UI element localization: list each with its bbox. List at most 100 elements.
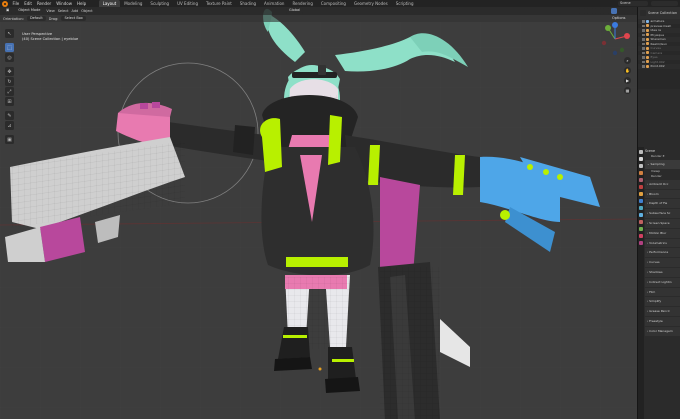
particles-tab-icon[interactable]	[639, 206, 643, 210]
tool-tab-icon[interactable]	[639, 150, 643, 154]
properties-panel-header[interactable]: › Depth of Fie	[645, 199, 680, 209]
overlay-icon[interactable]	[579, 8, 585, 14]
tab-geometry-nodes[interactable]: Geometry Nodes	[350, 0, 392, 7]
navigation-gizmo[interactable]	[598, 22, 632, 56]
outliner[interactable]: Scene Collection armature preview.mesh Ide…	[638, 7, 680, 89]
properties-panel-header[interactable]: › Subsurface Sc	[645, 209, 680, 218]
properties-panel-header[interactable]: › Motion Blur	[645, 228, 680, 238]
tab-animation[interactable]: Animation	[260, 0, 288, 7]
wireframe-shading-icon[interactable]	[603, 8, 609, 14]
select-box-icon[interactable]: ⬚	[5, 43, 14, 52]
constraints-tab-icon[interactable]	[639, 220, 643, 224]
blender-logo-icon[interactable]	[2, 0, 8, 7]
grid-perspective-icon[interactable]: ▦	[624, 87, 631, 94]
measure-icon[interactable]: ⊿	[5, 121, 14, 130]
properties-panel-header[interactable]: › Film	[645, 287, 680, 297]
properties-panel-header[interactable]: › Performance	[645, 248, 680, 258]
camera-view-icon[interactable]: ▶	[624, 77, 631, 84]
rendered-shading-icon[interactable]	[627, 8, 633, 14]
render-tab-icon[interactable]	[639, 157, 643, 161]
modifier-tab-icon[interactable]	[639, 199, 643, 203]
menu-edit[interactable]: Edit	[22, 1, 35, 6]
visibility-checkbox[interactable]	[642, 29, 645, 32]
editor-type-button[interactable]: ▣	[3, 8, 13, 14]
tab-compositing[interactable]: Compositing	[317, 0, 350, 7]
orientation-dropdown[interactable]: Default	[26, 15, 46, 22]
tab-uv-editing[interactable]: UV Editing	[173, 0, 202, 7]
menu-add[interactable]: Add	[72, 9, 79, 13]
menu-object[interactable]: Object	[81, 9, 92, 13]
texture-tab-icon[interactable]	[639, 241, 643, 245]
menu-view[interactable]: View	[46, 9, 54, 13]
scale-icon[interactable]: ⤢	[5, 87, 14, 96]
menu-window[interactable]: Window	[54, 1, 75, 6]
solid-shading-icon[interactable]	[611, 8, 617, 14]
visibility-checkbox[interactable]	[642, 56, 645, 59]
visibility-checkbox[interactable]	[642, 60, 645, 63]
visibility-checkbox[interactable]	[642, 42, 645, 45]
properties-panel-header[interactable]: › Shadows	[645, 267, 680, 277]
visibility-checkbox[interactable]	[642, 38, 645, 41]
properties-panel-header[interactable]: › Bloom	[645, 189, 680, 199]
properties-panel-header[interactable]: › Curves	[645, 258, 680, 267]
mode-dropdown[interactable]: Object Mode	[15, 8, 44, 14]
visibility-checkbox[interactable]	[642, 47, 645, 50]
gizmo-toggle-icon[interactable]	[587, 8, 593, 14]
render-engine-field[interactable]: Render E	[645, 154, 680, 159]
properties-panel-header[interactable]: › Grease Pencil	[645, 307, 680, 316]
view-layer-selector[interactable]	[651, 1, 678, 6]
tab-scripting[interactable]: Scripting	[392, 0, 418, 7]
properties-panel-header[interactable]: › Simplify	[645, 297, 680, 307]
data-tab-icon[interactable]	[639, 227, 643, 231]
menu-select[interactable]: Select	[58, 9, 69, 13]
menu-render[interactable]: Render	[34, 1, 53, 6]
move-icon[interactable]: ✥	[5, 67, 14, 76]
tab-rendering[interactable]: Rendering	[288, 0, 316, 7]
pan-hand-icon[interactable]: ✋	[624, 67, 631, 74]
view-layer-tab-icon[interactable]	[639, 171, 643, 175]
output-tab-icon[interactable]	[639, 164, 643, 168]
properties-panel-header[interactable]: › Volumetrics	[645, 238, 680, 248]
properties-panel-header[interactable]: › Color Managem	[645, 326, 680, 336]
world-tab-icon[interactable]	[639, 185, 643, 189]
add-cube-icon[interactable]: ▣	[5, 135, 14, 144]
object-tab-icon[interactable]	[639, 192, 643, 196]
material-shading-icon[interactable]	[619, 8, 625, 14]
visibility-checkbox[interactable]	[642, 24, 645, 27]
physics-tab-icon[interactable]	[639, 213, 643, 217]
zoom-icon[interactable]: ⌕	[624, 57, 631, 64]
3d-viewport[interactable]: ▣ Object Mode View Select Add Object Glo…	[0, 7, 637, 419]
scene-tab-icon[interactable]	[639, 178, 643, 182]
tab-shading[interactable]: Shading	[236, 0, 260, 7]
material-tab-icon[interactable]	[639, 234, 643, 238]
properties-editor[interactable]: Scene Render E ⌄ Sampling Viewp Render ›…	[638, 147, 680, 419]
properties-panel-header[interactable]: › Freestyle	[645, 316, 680, 326]
visibility-checkbox[interactable]	[642, 33, 645, 36]
properties-panel-header[interactable]: › Screen Space	[645, 218, 680, 228]
properties-panel-header[interactable]: › Ambient Occ	[645, 179, 680, 189]
outliner-editor-icon[interactable]	[640, 10, 646, 16]
transform-orientation-dropdown[interactable]: Global	[286, 8, 304, 14]
scene-selector[interactable]: Scene	[618, 1, 648, 6]
rotate-icon[interactable]: ↻	[5, 77, 14, 86]
properties-panel-header[interactable]: › Indirect Lightin	[645, 277, 680, 287]
cursor-3d-icon[interactable]: ◎	[5, 53, 14, 62]
visibility-checkbox[interactable]	[642, 51, 645, 54]
tab-modeling[interactable]: Modeling	[120, 0, 146, 7]
outliner-row[interactable]: Point.002	[638, 64, 680, 69]
tab-sculpting[interactable]: Sculpting	[146, 0, 173, 7]
options-dropdown[interactable]: Options	[612, 16, 626, 20]
menu-help[interactable]: Help	[74, 1, 88, 6]
menu-file[interactable]: File	[10, 1, 22, 6]
cursor-icon[interactable]: ↖	[5, 29, 14, 38]
tab-layout[interactable]: Layout	[98, 0, 121, 7]
tab-texture-paint[interactable]: Texture Paint	[202, 0, 236, 7]
drag-dropdown[interactable]: Select Box	[61, 15, 86, 22]
visibility-checkbox[interactable]	[642, 20, 645, 23]
panel-sampling[interactable]: ⌄ Sampling	[645, 160, 680, 169]
visibility-checkbox[interactable]	[642, 65, 645, 68]
transform-icon[interactable]: ⊞	[5, 97, 14, 106]
xray-icon[interactable]	[595, 8, 601, 14]
render-samples-field[interactable]: Render	[645, 174, 680, 179]
annotate-icon[interactable]: ✎	[5, 111, 14, 120]
